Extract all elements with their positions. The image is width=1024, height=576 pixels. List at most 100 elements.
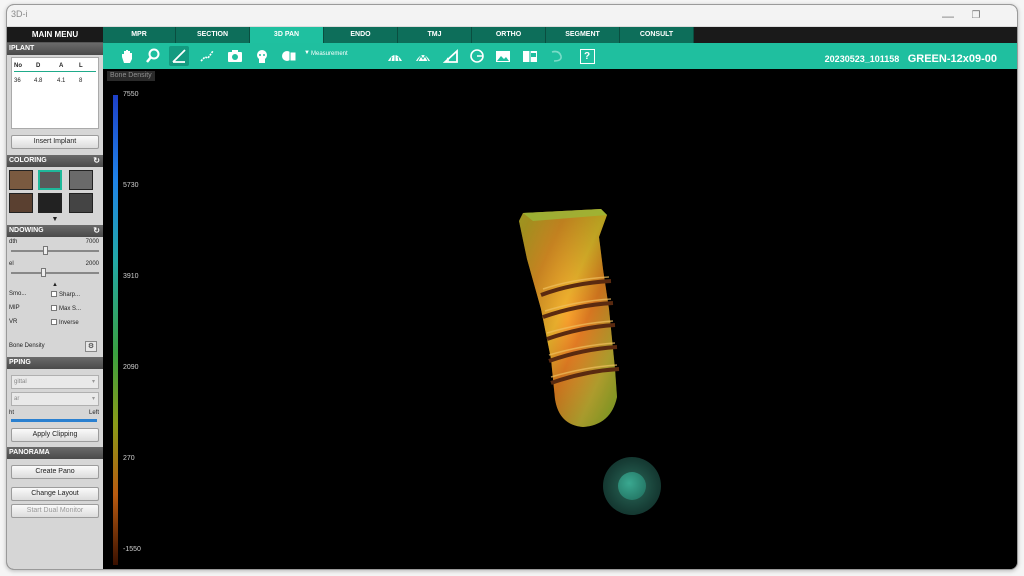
implant-col-a: A xyxy=(59,63,64,69)
implant-cell-l: 8 xyxy=(79,78,83,84)
clipping-section-header: PPING xyxy=(7,357,103,369)
sharp-option[interactable]: Sharp... xyxy=(51,291,80,298)
sharp-label: Sharp... xyxy=(59,292,81,298)
chevron-down-icon: ▾ xyxy=(91,396,95,402)
preset-xray-thumb[interactable] xyxy=(69,193,93,213)
smooth-option[interactable]: Smo... xyxy=(9,291,26,297)
implant-table[interactable]: No D A L 36 4.8 4.1 8 xyxy=(11,57,99,129)
lower-arch-icon[interactable] xyxy=(413,46,433,66)
render-options: Smo... Sharp... MIP Max S... VR Inverse xyxy=(7,289,103,341)
image-view-icon[interactable] xyxy=(493,46,513,66)
polyline-icon[interactable] xyxy=(197,46,217,66)
insert-implant-button[interactable]: Insert Implant xyxy=(11,135,99,149)
start-dual-monitor-button[interactable]: Start Dual Monitor xyxy=(11,504,99,518)
clip-range-row: ht Left xyxy=(7,409,103,425)
tab-consult[interactable]: CONSULT xyxy=(620,27,694,43)
collapse-options-icon[interactable]: ▲ xyxy=(7,281,103,289)
scale-tick-label: 2090 xyxy=(123,364,139,371)
help-label: ? xyxy=(579,48,595,64)
clip-range-slider[interactable] xyxy=(11,419,97,422)
screen-background: 3D-i — ❐ MAIN MENU IPLANT No D A L 36 4.… xyxy=(0,0,1024,576)
upper-arch-icon[interactable] xyxy=(385,46,405,66)
level-slider-track[interactable] xyxy=(11,272,99,274)
tab-tmj[interactable]: TMJ xyxy=(398,27,472,43)
sharp-checkbox[interactable] xyxy=(51,291,57,297)
change-layout-button[interactable]: Change Layout xyxy=(11,487,99,501)
toolbar: ▼ Measurement ? 20230523_101158 GREEN-12… xyxy=(103,43,1017,69)
max-option[interactable]: Max S... xyxy=(51,305,81,312)
help-icon[interactable]: ? xyxy=(577,46,597,66)
clip-direction-value: ar xyxy=(14,396,20,402)
zoom-icon[interactable] xyxy=(143,46,163,66)
clip-plane-dropdown[interactable]: gittal ▾ xyxy=(11,375,99,389)
measurement-chevron-icon[interactable]: ▼ xyxy=(304,50,310,56)
max-label: Max S... xyxy=(59,306,82,312)
preset-bone-thumb[interactable] xyxy=(9,193,33,213)
refresh-icon[interactable]: ↻ xyxy=(93,155,100,167)
tab-ortho[interactable]: ORTHO xyxy=(472,27,546,43)
orientation-handle[interactable] xyxy=(618,472,646,500)
implant-col-no: No xyxy=(14,63,22,69)
3d-viewport[interactable]: Bone Density 7550 5730 3910 2090 270 -15… xyxy=(103,69,1017,569)
angle-tool-icon[interactable] xyxy=(441,46,461,66)
create-pano-button[interactable]: Create Pano xyxy=(11,465,99,479)
measurement-dropdown[interactable]: Measurement xyxy=(311,51,348,57)
study-name: GREEN-12x09-00 xyxy=(907,53,997,65)
tab-section[interactable]: SECTION xyxy=(176,27,250,43)
implant-cell-a: 4.1 xyxy=(57,78,66,84)
clip-direction-dropdown[interactable]: ar ▾ xyxy=(11,392,99,406)
panorama-section-label: PANORAMA xyxy=(9,449,50,456)
windowing-reset-icon[interactable]: ↻ xyxy=(93,225,100,237)
clipping-section-label: PPING xyxy=(9,359,31,366)
left-panel: MAIN MENU IPLANT No D A L 36 4.8 4.1 8 I… xyxy=(7,27,103,569)
compare-view-icon[interactable] xyxy=(520,46,540,66)
apply-clipping-button[interactable]: Apply Clipping xyxy=(11,428,99,442)
preset-skull-soft-thumb[interactable] xyxy=(69,170,93,190)
implant-section-label: IPLANT xyxy=(9,45,35,52)
tab-mpr[interactable]: MPR xyxy=(103,27,176,43)
hand-pan-icon[interactable] xyxy=(117,46,137,66)
head-render-icon[interactable] xyxy=(252,46,272,66)
layout-view-icon[interactable] xyxy=(279,46,299,66)
minimize-icon[interactable]: — xyxy=(935,7,961,25)
vr-label: VR xyxy=(9,319,18,325)
bone-density-row: Bone Density ⚙ xyxy=(7,341,103,355)
nerve-tool-icon[interactable] xyxy=(547,46,567,66)
preset-dark-thumb[interactable] xyxy=(38,193,62,213)
table-divider xyxy=(14,71,96,72)
main-menu-button[interactable]: MAIN MENU xyxy=(7,27,103,43)
preset-skull-color-thumb[interactable] xyxy=(9,170,33,190)
windowing-section-label: NDOWING xyxy=(9,227,44,234)
bone-density-overlay-label: Bone Density xyxy=(107,71,155,81)
gear-icon[interactable]: ⚙ xyxy=(85,341,97,352)
level-slider-handle[interactable] xyxy=(41,268,46,277)
vr-option[interactable]: VR xyxy=(9,319,17,325)
expand-presets-icon[interactable]: ▼ xyxy=(7,215,103,225)
inverse-option[interactable]: Inverse xyxy=(51,319,79,326)
smooth-label: Smo... xyxy=(9,291,27,297)
mip-label: MIP xyxy=(9,305,20,311)
rotate-reset-icon[interactable] xyxy=(467,46,487,66)
clip-plane-value: gittal xyxy=(14,379,27,385)
implant-cell-no: 36 xyxy=(14,78,21,84)
orientation-widget[interactable] xyxy=(603,457,661,515)
scale-tick-label: 3910 xyxy=(123,273,139,280)
restore-icon[interactable]: ❐ xyxy=(963,7,989,25)
camera-icon[interactable] xyxy=(225,46,245,66)
study-date: 20230523_101158 xyxy=(824,54,900,64)
preset-skull-gray-thumb[interactable] xyxy=(38,170,62,190)
angle-measure-icon[interactable] xyxy=(169,46,189,66)
width-slider-handle[interactable] xyxy=(43,246,48,255)
tab-3d-pan[interactable]: 3D PAN xyxy=(250,27,324,43)
tab-segment[interactable]: SEGMENT xyxy=(546,27,620,43)
mip-option[interactable]: MIP xyxy=(9,305,20,311)
width-slider-row: dth 7000 xyxy=(7,237,103,259)
tab-endo[interactable]: ENDO xyxy=(324,27,398,43)
width-slider-track[interactable] xyxy=(11,250,99,252)
study-info: 20230523_101158 GREEN-12x09-00 xyxy=(825,49,997,67)
density-color-scale xyxy=(113,95,118,565)
width-label: dth xyxy=(9,239,18,245)
window-title: 3D-i xyxy=(11,9,28,19)
inverse-checkbox[interactable] xyxy=(51,319,57,325)
max-checkbox[interactable] xyxy=(51,305,57,311)
